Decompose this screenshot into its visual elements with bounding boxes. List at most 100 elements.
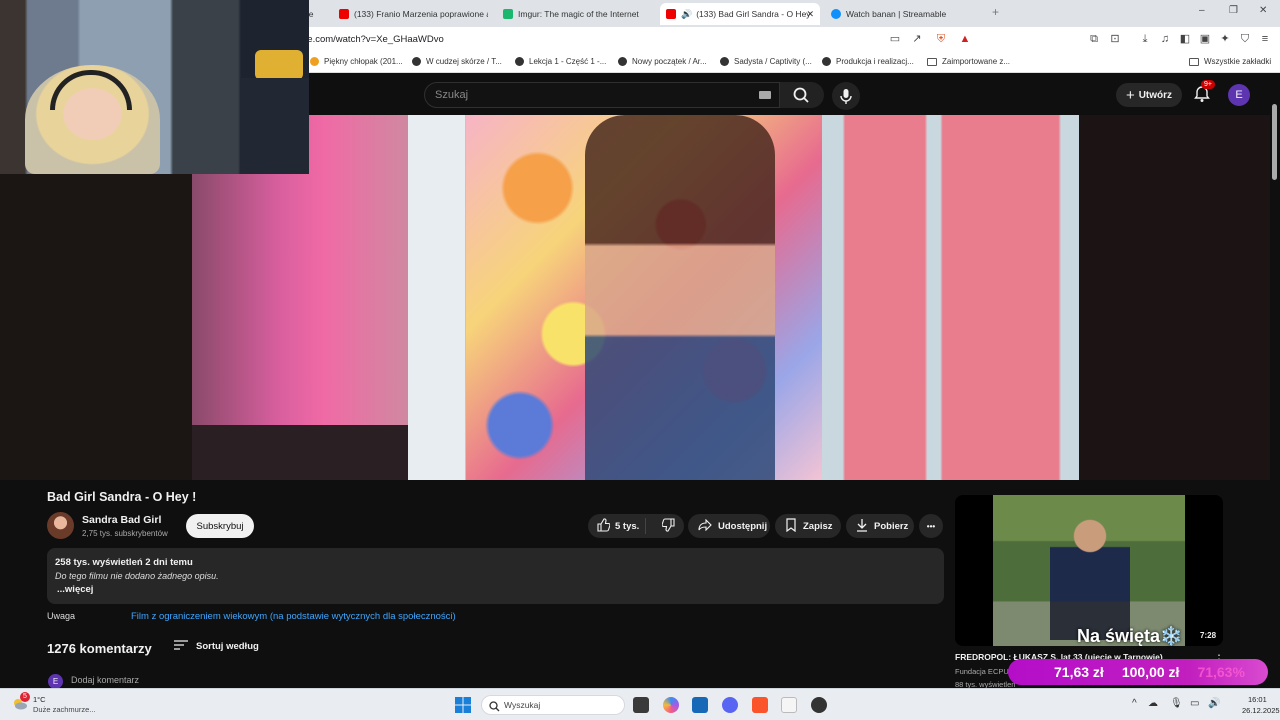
video-frame-window-right (822, 115, 1079, 480)
display-icon[interactable]: ▭ (1190, 698, 1199, 709)
wallet-icon[interactable]: ▣ (1198, 32, 1212, 46)
download-button[interactable]: Pobierz (846, 514, 914, 538)
screenshot-icon[interactable]: ⊡ (1108, 32, 1122, 46)
search-placeholder: Szukaj (435, 89, 469, 101)
bookmark-folder[interactable]: Zaimportowane z... (927, 57, 1010, 66)
description-box[interactable]: 258 tys. wyświetleń 2 dni temu Do tego f… (47, 548, 944, 604)
thumbs-up-icon (596, 517, 611, 535)
video-duration: 7:28 (1197, 630, 1220, 641)
microphone-tray-icon[interactable]: 🎙 (1170, 698, 1183, 709)
subscribe-button[interactable]: Subskrybuj (186, 514, 254, 538)
clock-time[interactable]: 16:01 (1248, 695, 1267, 704)
imgur-favicon-icon (503, 9, 513, 19)
like-button[interactable]: 5 tys. (588, 517, 646, 535)
maximize-button[interactable]: ❐ (1229, 5, 1238, 16)
search-icon (793, 87, 809, 103)
bookmark-item[interactable]: Sadysta / Captivity (... (720, 57, 812, 66)
account-avatar[interactable]: E (1228, 84, 1250, 106)
channel-name[interactable]: Sandra Bad Girl (82, 514, 161, 526)
video-frame-window-left (408, 115, 468, 480)
leo-ai-icon[interactable]: ✦ (1218, 32, 1232, 46)
media-icon[interactable]: ♫ (1158, 32, 1172, 46)
subscriber-count: 2,75 tys. subskrybentów (82, 529, 168, 538)
brave-browser-icon[interactable] (752, 697, 768, 713)
url-field[interactable]: pe.com/watch?v=Xe_GHaaWDvo (302, 34, 444, 45)
search-button[interactable] (780, 82, 824, 108)
donation-goal: 100,00 zł (1121, 664, 1180, 680)
thumbnail-person (1050, 510, 1130, 640)
donation-goal-bar: 71,63 zł 100,00 zł 71,63% (1008, 659, 1268, 685)
tray-expand-icon[interactable]: ^ (1132, 698, 1137, 709)
dislike-button[interactable] (652, 517, 676, 535)
plus-icon: + (1125, 86, 1135, 104)
new-tab-button[interactable]: + (992, 5, 999, 19)
bookmark-item[interactable]: Lekcja 1 - Część 1 -... (515, 57, 606, 66)
bookmark-favicon-icon (822, 57, 831, 66)
donation-current: 71,63 zł (1054, 664, 1104, 680)
notes-icon[interactable] (781, 697, 797, 713)
voice-search-button[interactable] (832, 82, 860, 110)
obs-icon[interactable] (811, 697, 827, 713)
sort-button[interactable]: Sortuj według (174, 640, 259, 653)
tab-close-icon[interactable]: ✕ (806, 9, 814, 20)
bookmark-item[interactable]: Produkcja i realizacj... (822, 57, 914, 66)
comments-count: 1276 komentarzy (47, 641, 152, 656)
save-button[interactable]: Zapisz (775, 514, 841, 538)
add-comment-input[interactable]: Dodaj komentarz (71, 675, 139, 685)
like-dislike-group: 5 tys. (588, 514, 684, 538)
bookmark-item[interactable]: Piękny chłopak (201... (310, 57, 403, 66)
warning-label: Uwaga (47, 611, 76, 621)
network-icon[interactable]: ☁ (1148, 698, 1158, 709)
search-input[interactable]: Szukaj (424, 82, 780, 108)
recommended-channel[interactable]: Fundacja ECPU (955, 667, 1009, 676)
show-more-link[interactable]: ...więcej (57, 584, 93, 595)
age-restriction-link[interactable]: Film z ograniczeniem wiekowym (na podsta… (131, 611, 456, 622)
vpn-icon[interactable]: ⛉ (1238, 32, 1252, 46)
windows-start-icon[interactable] (455, 697, 471, 713)
store-icon[interactable] (692, 697, 708, 713)
weather-temperature[interactable]: 1°C (33, 695, 46, 704)
folder-icon (1189, 57, 1199, 66)
share-button[interactable]: Udostępnij (688, 514, 770, 538)
recommended-thumbnail[interactable] (955, 495, 1223, 646)
share-icon[interactable]: ↗ (910, 32, 924, 46)
tab-franio[interactable]: (133) Franio Marzenia poprawione ar (333, 3, 488, 25)
brave-rewards-icon[interactable]: ▲ (958, 32, 972, 46)
extensions-icon[interactable]: ⧉ (1087, 32, 1101, 46)
cast-icon[interactable]: ▭ (888, 32, 902, 46)
create-button[interactable]: + Utwórz (1116, 83, 1182, 107)
bookmark-favicon-icon (412, 57, 421, 66)
weather-description[interactable]: Duże zachmurze... (33, 705, 96, 714)
minimize-button[interactable]: – (1199, 5, 1205, 16)
view-stats: 258 tys. wyświetleń 2 dni temu (55, 557, 193, 568)
search-icon (489, 699, 500, 717)
webcam-yellow-object (255, 50, 303, 80)
tab-active-bad-girl-sandra[interactable]: 🔊 (133) Bad Girl Sandra - O Hey ✕ (660, 3, 820, 25)
youtube-favicon-icon (339, 9, 349, 19)
task-view-icon[interactable] (633, 697, 649, 713)
bookmark-favicon-icon (515, 57, 524, 66)
video-title: Bad Girl Sandra - O Hey ! (47, 490, 197, 504)
sidebar-icon[interactable]: ◧ (1178, 32, 1192, 46)
bookmark-item[interactable]: W cudzej skórze / T... (412, 57, 502, 66)
scrollbar-thumb[interactable] (1272, 104, 1277, 180)
more-actions-button[interactable]: ••• (919, 514, 943, 538)
menu-icon[interactable]: ≡ (1258, 32, 1272, 46)
taskbar-search[interactable]: Wyszukaj (481, 695, 625, 715)
bookmark-item[interactable]: Nowy początek / Ar... (618, 57, 707, 66)
streamable-favicon-icon (831, 9, 841, 19)
tab-imgur[interactable]: Imgur: The magic of the Internet (497, 3, 652, 25)
all-bookmarks[interactable]: Wszystkie zakładki (1189, 57, 1271, 66)
download-icon[interactable]: ⤓ (1138, 32, 1152, 46)
sort-icon (174, 640, 188, 653)
close-window-button[interactable]: ✕ (1259, 5, 1267, 16)
tab-streamable[interactable]: Watch banan | Streamable (825, 3, 980, 25)
clock-date[interactable]: 26.12.2025 (1242, 706, 1280, 715)
copilot-icon[interactable] (663, 697, 679, 713)
volume-icon[interactable]: 🔊 (1208, 698, 1220, 709)
channel-avatar[interactable] (47, 512, 74, 539)
brave-shield-icon[interactable]: ⛨ (934, 32, 948, 46)
discord-icon[interactable] (722, 697, 738, 713)
keyboard-icon[interactable] (759, 91, 771, 99)
webcam-overlay (0, 0, 309, 174)
